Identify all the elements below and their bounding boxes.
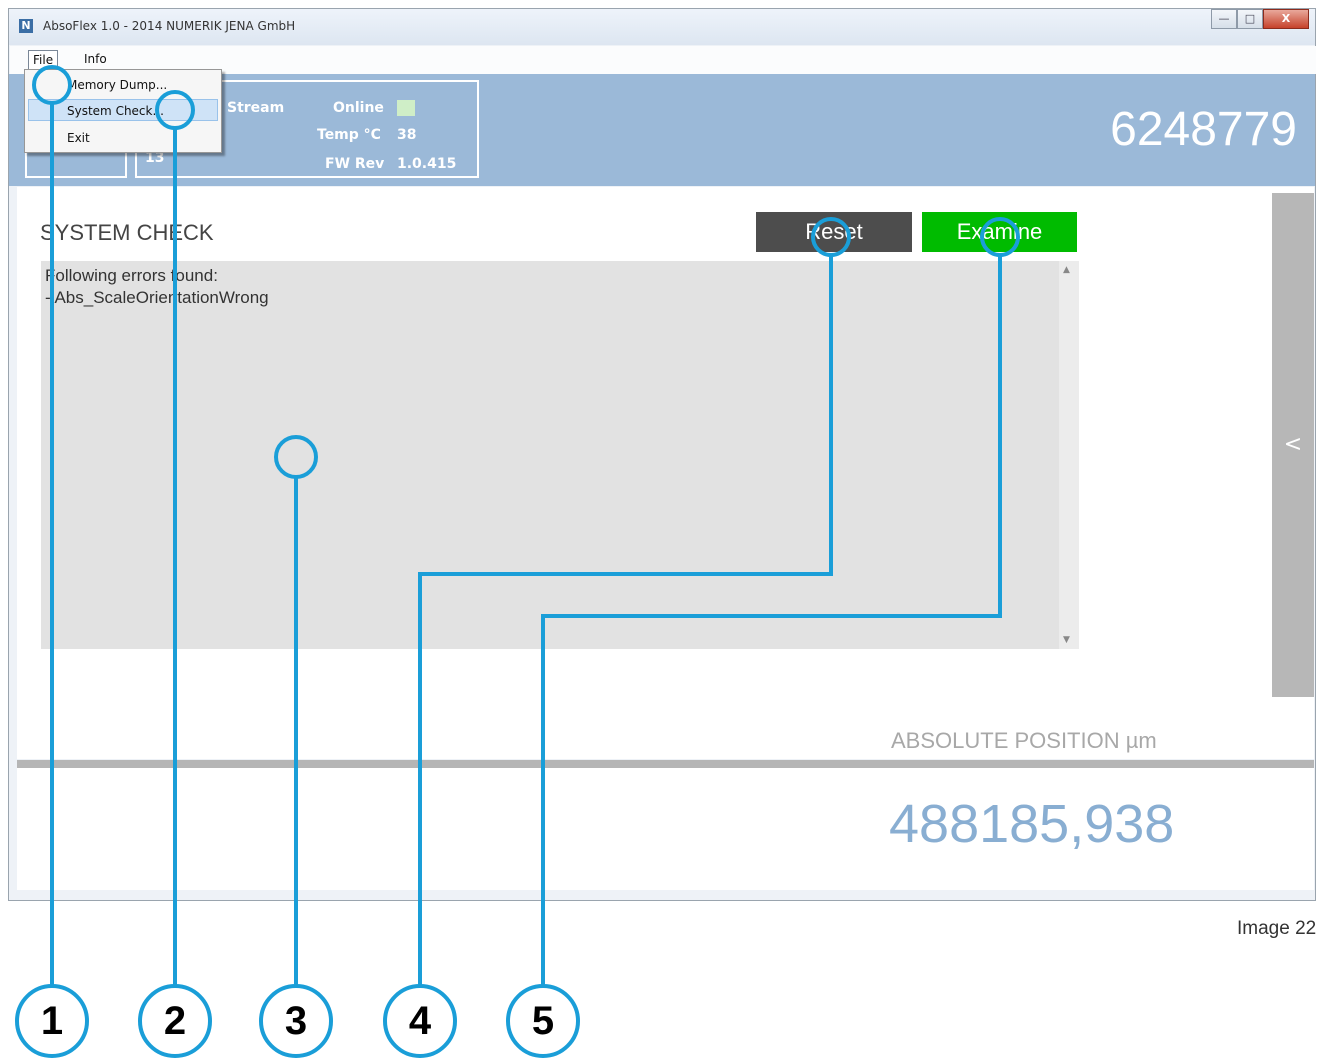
callout-lines: [32, 65, 1020, 988]
callout-line-5: [541, 255, 1002, 988]
callout-ring-5: [980, 217, 1020, 257]
callout-ring-4: [811, 217, 851, 257]
callout-ring-2: [155, 90, 195, 130]
callout-ring-3: [274, 435, 318, 479]
callout-2: 2: [138, 984, 212, 1058]
callout-4: 4: [383, 984, 457, 1058]
callout-ring-1: [32, 65, 72, 105]
callout-5: 5: [506, 984, 580, 1058]
callout-line-4: [418, 255, 833, 988]
callout-3: 3: [259, 984, 333, 1058]
callout-1: 1: [15, 984, 89, 1058]
manual-page: N AbsoFlex 1.0 - 2014 NUMERIK JENA GmbH …: [0, 0, 1323, 1061]
